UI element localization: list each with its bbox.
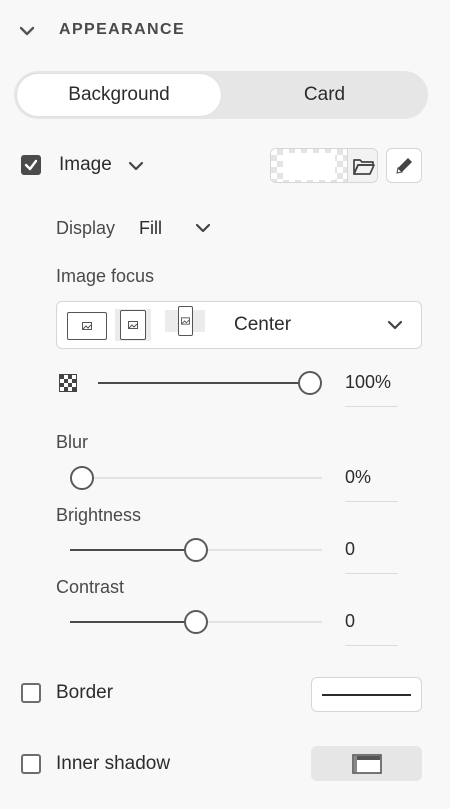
- tab-background[interactable]: Background: [17, 74, 221, 116]
- display-label: Display: [56, 218, 116, 238]
- image-options-chevron-icon[interactable]: [127, 157, 145, 175]
- display-dropdown-chevron-icon[interactable]: [194, 219, 212, 237]
- image-preview-thumbnail: [271, 149, 347, 182]
- blur-slider-thumb[interactable]: [70, 466, 94, 490]
- image-focus-label: Image focus: [56, 266, 155, 286]
- contrast-label: Contrast: [56, 577, 125, 597]
- image-picker[interactable]: [270, 148, 378, 183]
- focus-dropdown-chevron-icon: [387, 320, 403, 330]
- inner-shadow-settings-button[interactable]: [311, 746, 422, 781]
- border-line-preview: [322, 694, 411, 696]
- brightness-slider[interactable]: [70, 538, 322, 562]
- border-style-button[interactable]: [311, 677, 422, 712]
- opacity-value[interactable]: 100%: [345, 372, 391, 393]
- inner-shadow-label: Inner shadow: [56, 753, 171, 774]
- brightness-label: Brightness: [56, 505, 142, 525]
- contrast-slider[interactable]: [70, 610, 322, 634]
- contrast-slider-thumb[interactable]: [184, 610, 208, 634]
- blur-label: Blur: [56, 432, 89, 452]
- edit-image-button[interactable]: [386, 148, 422, 183]
- image-focus-value: Center: [234, 314, 292, 335]
- border-checkbox[interactable]: [21, 683, 41, 703]
- image-label: Image: [59, 154, 112, 175]
- opacity-slider-thumb[interactable]: [298, 371, 322, 395]
- blur-value[interactable]: 0%: [345, 467, 371, 488]
- section-collapse-chevron-icon[interactable]: [18, 22, 36, 40]
- background-card-toggle: Background Card: [14, 71, 428, 119]
- browse-image-button[interactable]: [347, 149, 377, 182]
- inner-shadow-checkbox[interactable]: [21, 754, 41, 774]
- blur-slider[interactable]: [70, 466, 322, 490]
- brightness-value[interactable]: 0: [345, 539, 355, 560]
- contrast-value[interactable]: 0: [345, 611, 355, 632]
- focus-square-icon[interactable]: [115, 309, 151, 341]
- display-value[interactable]: Fill: [139, 218, 162, 239]
- inner-shadow-icon: [351, 753, 382, 774]
- image-checkbox[interactable]: [21, 155, 41, 175]
- image-focus-dropdown[interactable]: Center: [56, 301, 422, 349]
- focus-portrait-icon[interactable]: [165, 306, 205, 336]
- transparency-icon: [59, 374, 77, 392]
- focus-landscape-icon[interactable]: [66, 311, 108, 341]
- pencil-icon: [396, 157, 412, 174]
- checkmark-icon: [24, 159, 38, 171]
- opacity-slider[interactable]: [98, 371, 322, 395]
- tab-card[interactable]: Card: [224, 74, 425, 116]
- section-title: APPEARANCE: [59, 21, 186, 38]
- border-label: Border: [56, 682, 114, 703]
- folder-icon: [352, 158, 375, 175]
- brightness-slider-thumb[interactable]: [184, 538, 208, 562]
